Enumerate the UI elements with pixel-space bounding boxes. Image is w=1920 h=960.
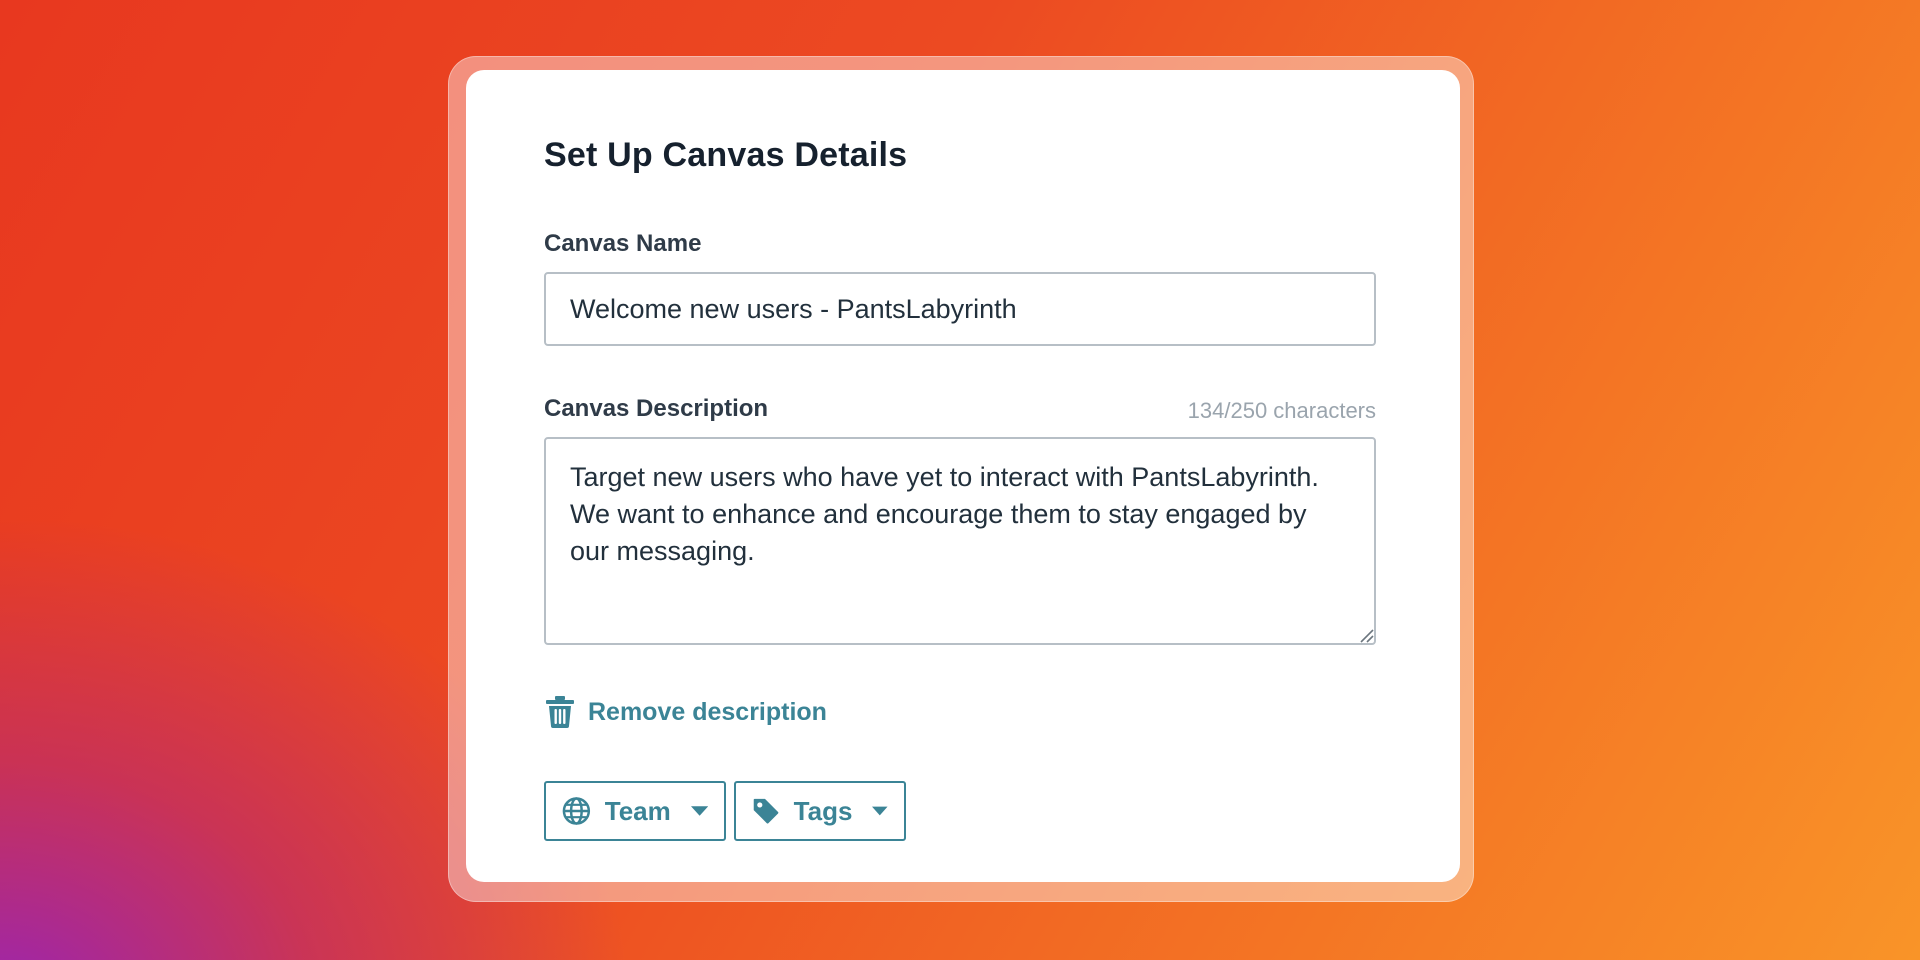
- chevron-down-icon: [872, 806, 888, 816]
- canvas-description-label: Canvas Description: [544, 395, 769, 422]
- canvas-name-input[interactable]: [544, 272, 1376, 346]
- remove-description-label: Remove description: [588, 697, 827, 726]
- trash-icon: [546, 696, 574, 728]
- canvas-details-card: Set Up Canvas Details Canvas Name Canvas…: [466, 70, 1460, 882]
- character-counter: 134/250 characters: [1187, 398, 1376, 423]
- remove-description-button[interactable]: Remove description: [546, 696, 827, 728]
- chevron-down-icon: [690, 806, 708, 816]
- canvas-name-label: Canvas Name: [544, 230, 702, 257]
- team-dropdown-label: Team: [604, 795, 671, 826]
- tag-icon: [753, 798, 779, 824]
- tags-dropdown-label: Tags: [793, 795, 853, 826]
- canvas-description-textarea[interactable]: Target new users who have yet to interac…: [544, 437, 1376, 645]
- team-dropdown[interactable]: Team: [544, 781, 726, 841]
- globe-icon: [562, 797, 591, 825]
- page-title: Set Up Canvas Details: [544, 136, 908, 174]
- tags-dropdown[interactable]: Tags: [734, 781, 906, 841]
- resize-handle-icon[interactable]: [1358, 627, 1374, 643]
